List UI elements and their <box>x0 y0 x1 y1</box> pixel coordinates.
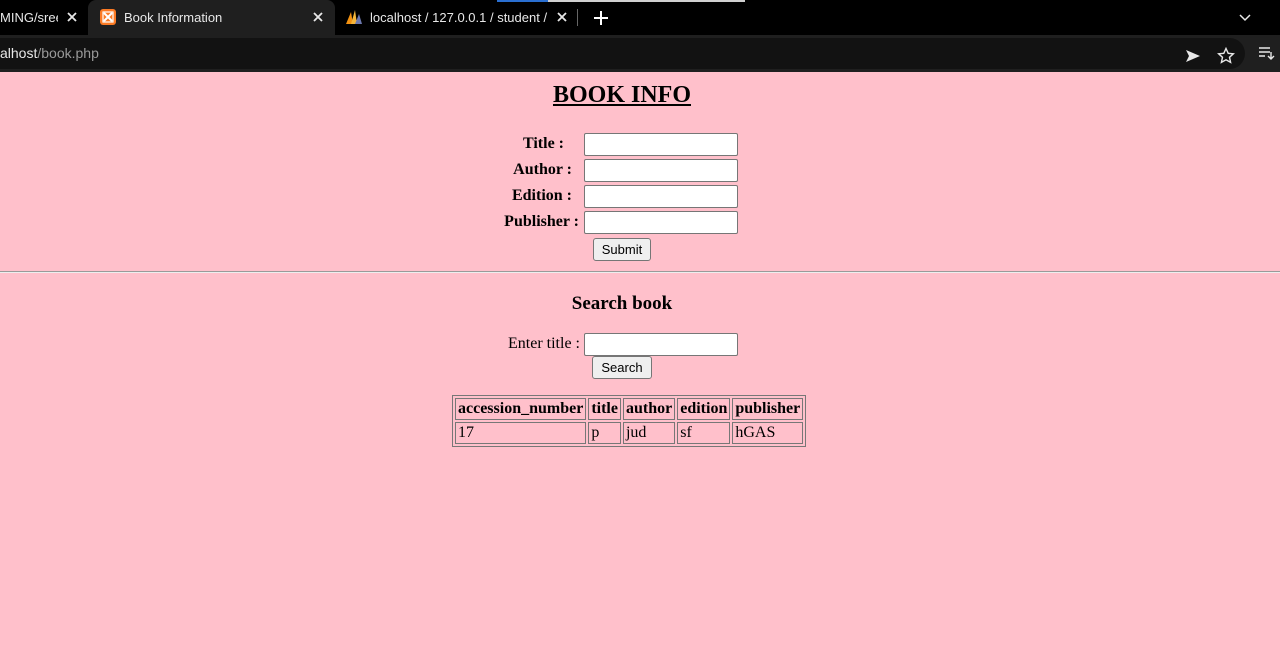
results-table: accession_number title author edition pu… <box>452 395 807 447</box>
tab-ming[interactable]: MING/sree <box>0 0 88 35</box>
new-tab-icon[interactable] <box>591 8 611 28</box>
search-input[interactable] <box>584 333 738 356</box>
column-header: publisher <box>732 398 804 420</box>
tab-book-information[interactable]: Book Information <box>88 0 335 35</box>
send-icon[interactable] <box>1184 47 1202 65</box>
table-cell: sf <box>677 422 731 444</box>
submit-button[interactable]: Submit <box>593 238 651 261</box>
url-host: alhost <box>0 45 38 61</box>
tab-title: Book Information <box>124 10 223 25</box>
page-content: BOOK INFO Title : Author : Edition : Pub… <box>0 72 1280 649</box>
close-icon[interactable] <box>311 10 325 24</box>
tab-list-icon[interactable] <box>1237 9 1253 25</box>
column-header: accession_number <box>455 398 587 420</box>
phpmyadmin-icon <box>345 9 362 25</box>
search-heading: Search book <box>571 293 673 314</box>
close-icon[interactable] <box>65 10 79 24</box>
address-bar[interactable]: alhost/book.php <box>0 38 1245 69</box>
table-cell: 17 <box>455 422 587 444</box>
close-icon[interactable] <box>555 10 569 24</box>
edition-input[interactable] <box>584 185 738 208</box>
tab-separator <box>577 9 578 26</box>
publisher-input[interactable] <box>584 211 738 234</box>
reading-list-icon[interactable] <box>1257 44 1275 62</box>
tab-bar: MING/sree Book Information localhost / 1… <box>0 0 1280 35</box>
table-cell: hGAS <box>732 422 804 444</box>
title-label: Title : <box>522 135 564 152</box>
table-row: 17 p jud sf hGAS <box>455 422 804 444</box>
column-header: title <box>588 398 621 420</box>
url-text[interactable]: alhost/book.php <box>0 45 99 61</box>
edition-label: Edition : <box>511 187 572 204</box>
url-path: /book.php <box>37 45 99 61</box>
search-label: Enter title : <box>508 335 580 352</box>
table-cell: p <box>588 422 621 444</box>
tab-title: localhost / 127.0.0.1 / student / b <box>370 10 551 25</box>
title-input[interactable] <box>584 133 738 156</box>
author-label: Author : <box>513 161 572 178</box>
xampp-icon <box>100 9 116 25</box>
page-title: BOOK INFO <box>552 82 691 108</box>
divider <box>0 271 1280 273</box>
table-header-row: accession_number title author edition pu… <box>455 398 804 420</box>
author-input[interactable] <box>584 159 738 182</box>
publisher-label: Publisher : <box>504 213 579 230</box>
tab-phpmyadmin[interactable]: localhost / 127.0.0.1 / student / b <box>335 0 578 35</box>
column-header: edition <box>677 398 731 420</box>
star-icon[interactable] <box>1216 46 1236 65</box>
browser-toolbar: alhost/book.php <box>0 35 1280 72</box>
column-header: author <box>622 398 676 420</box>
tab-title: MING/sree <box>0 10 58 25</box>
table-cell: jud <box>622 422 676 444</box>
search-button[interactable]: Search <box>592 356 652 379</box>
